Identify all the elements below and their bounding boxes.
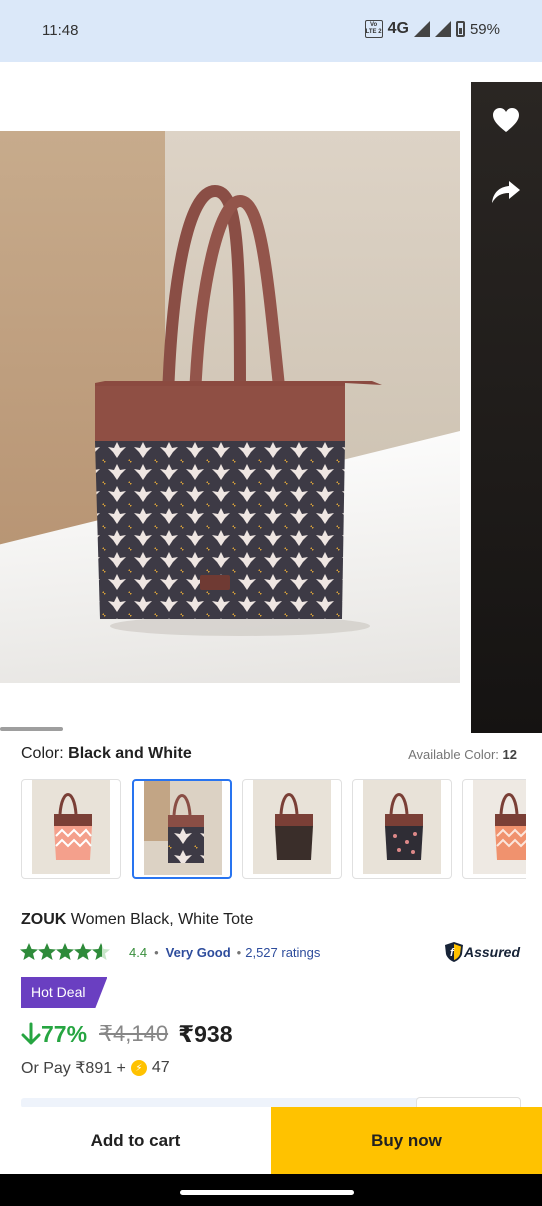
gallery-indicator (0, 727, 63, 731)
selected-color: Black and White (68, 745, 192, 762)
separator-dot: • (236, 944, 242, 960)
battery-icon (455, 21, 465, 37)
available-colors: Available Color: 12 (408, 747, 517, 762)
home-gesture-pill[interactable] (180, 1190, 354, 1195)
image-action-panel (471, 82, 542, 733)
rating-row[interactable]: 4.4 • Very Good • 2,527 ratings (19, 941, 320, 963)
hot-deal-badge: Hot Deal (21, 977, 108, 1008)
swatch-image (32, 780, 110, 874)
product-image[interactable] (0, 131, 460, 683)
system-nav-bar (0, 1174, 542, 1206)
or-pay-text: Or Pay ₹891 + (21, 1060, 126, 1077)
signal-icon-2 (434, 21, 451, 37)
status-time: 11:48 (42, 22, 79, 39)
swatch-image (253, 780, 331, 874)
supercoin-count: 47 (151, 1059, 170, 1076)
buy-now-button[interactable]: Buy now (271, 1107, 542, 1174)
status-bar: 11:48 Vo LTE 2 4G 59% (0, 0, 542, 62)
heart-icon[interactable] (481, 100, 531, 140)
supercoin-icon: ⚡ (130, 1060, 147, 1076)
separator-dot: • (154, 944, 159, 960)
add-to-cart-button[interactable]: Add to cart (0, 1107, 271, 1174)
product-title: ZOUK Women Black, White Tote (21, 911, 253, 929)
action-bar: Add to cart Buy now (0, 1107, 542, 1174)
ratings-count: 2,527 ratings (245, 944, 321, 960)
available-color-count: 12 (502, 747, 517, 762)
selling-price: ₹938 (178, 1020, 233, 1047)
assured-badge: f Assured (444, 941, 520, 963)
assured-shield-icon: f (445, 942, 463, 962)
price-row: 77% ₹4,140 ₹938 (21, 1018, 233, 1050)
color-swatch-solid-black[interactable] (242, 779, 342, 879)
share-icon[interactable] (481, 172, 531, 212)
discount: 77% (21, 1021, 87, 1048)
color-swatch-orange-chevron[interactable] (462, 779, 526, 879)
tote-bag-illustration (95, 184, 382, 636)
color-swatch-pink-chevron[interactable] (21, 779, 121, 879)
assured-label: Assured (464, 944, 521, 960)
product-gallery[interactable] (0, 62, 542, 742)
brand-name: ZOUK (21, 911, 67, 928)
color-label: Color: Black and White (21, 745, 192, 762)
discount-percent: 77% (41, 1020, 88, 1047)
swatch-image (473, 780, 526, 874)
star-rating (19, 942, 123, 962)
signal-icon (413, 21, 430, 37)
product-name: Women Black, White Tote (70, 911, 254, 928)
swatch-image (144, 781, 222, 875)
rating-value: 4.4 (129, 944, 148, 960)
stars-icon (20, 943, 110, 960)
supercoin-offer: Or Pay ₹891 + ⚡ 47 (21, 1058, 170, 1078)
down-arrow-icon (21, 1022, 41, 1045)
color-thumbnails (21, 779, 526, 880)
volte-icon: Vo LTE 2 (364, 20, 383, 38)
network-type: 4G (387, 20, 409, 37)
rating-label: Very Good (165, 944, 231, 960)
original-price: ₹4,140 (99, 1021, 169, 1046)
status-indicators: Vo LTE 2 4G 59% (364, 20, 500, 38)
battery-percent: 59% (469, 20, 500, 38)
swatch-image (363, 780, 441, 874)
color-swatch-black-white[interactable] (132, 779, 232, 879)
color-swatch-black-print[interactable] (352, 779, 452, 879)
